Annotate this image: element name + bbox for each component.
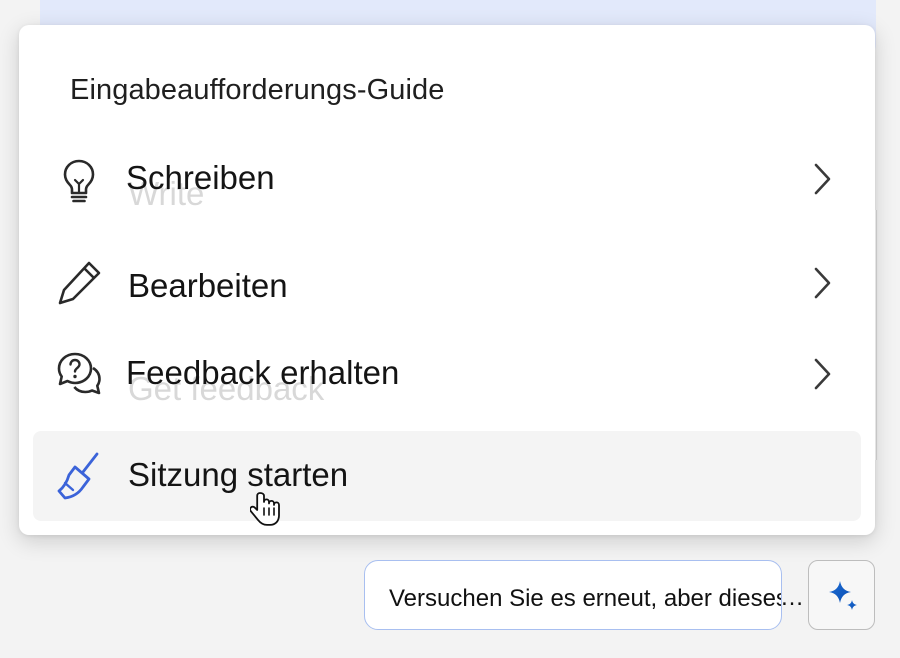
broom-icon <box>57 452 99 500</box>
menu-item-label: Schreiben <box>126 159 275 197</box>
sparkle-icon <box>829 581 857 610</box>
chevron-right-icon <box>814 358 831 390</box>
menu-item-feedback[interactable]: Get feedback Feedback erhalten <box>33 329 861 419</box>
suggestion-chip[interactable]: Versuchen Sie es erneut, aber dieses Mal <box>364 560 782 630</box>
menu-item-label: Bearbeiten <box>128 267 288 305</box>
menu-title: Eingabeaufforderungs-Guide <box>70 74 445 106</box>
menu-item-label: Feedback erhalten <box>126 354 400 392</box>
suggestion-text: Versuchen Sie es erneut, aber dieses Mal <box>389 585 782 612</box>
prompt-guide-menu: Eingabeaufforderungs-Guide Write Schreib… <box>19 25 875 535</box>
pencil-icon <box>58 261 101 305</box>
suggestion-overflow-text: … <box>780 584 804 611</box>
chevron-right-icon <box>814 163 831 195</box>
hand-cursor-icon <box>250 492 280 526</box>
menu-item-write[interactable]: Write Schreiben <box>33 134 861 224</box>
copilot-button[interactable] <box>808 560 875 630</box>
menu-item-start-session[interactable]: Sitzung starten <box>33 431 861 521</box>
menu-item-label: Sitzung starten <box>128 456 349 494</box>
lightbulb-icon <box>63 159 95 203</box>
chevron-right-icon <box>814 267 831 299</box>
question-chat-icon <box>57 352 101 395</box>
menu-item-edit[interactable]: Bearbeiten <box>33 238 861 328</box>
